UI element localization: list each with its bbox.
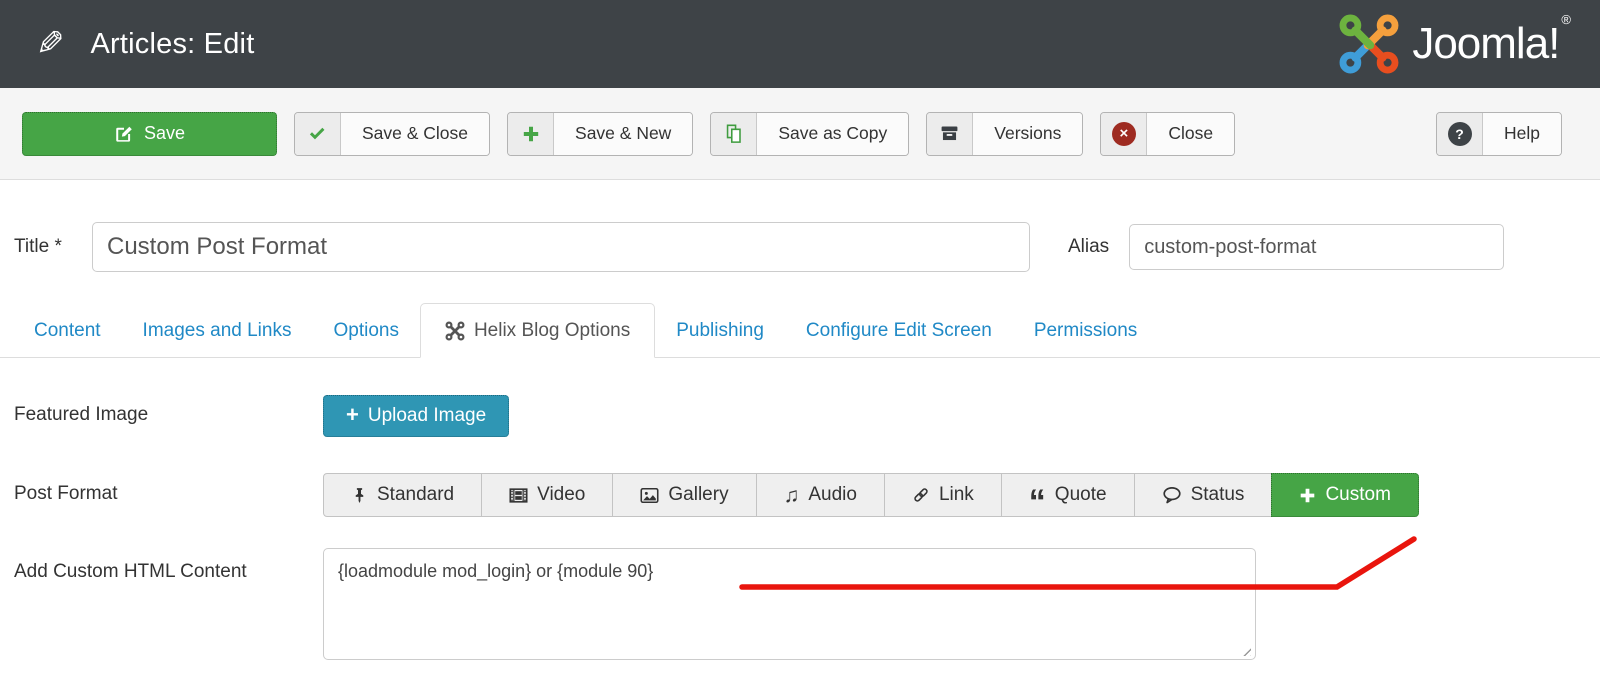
format-standard-button[interactable]: Standard	[323, 473, 482, 517]
save-and-close-button[interactable]: Save & Close	[294, 112, 490, 156]
plus-icon	[508, 113, 554, 155]
pin-icon	[351, 487, 368, 504]
help-question-glyph: ?	[1448, 122, 1472, 146]
page-title: Articles: Edit	[91, 28, 255, 61]
speech-bubble-icon	[1162, 485, 1182, 505]
tab-permissions[interactable]: Permissions	[1013, 304, 1158, 357]
versions-button[interactable]: Versions	[926, 112, 1083, 156]
custom-html-label: Add Custom HTML Content	[14, 548, 323, 583]
close-x-glyph: ×	[1112, 122, 1136, 146]
help-label: Help	[1483, 113, 1561, 155]
custom-html-row: Add Custom HTML Content {loadmodule mod_…	[14, 548, 1600, 665]
format-gallery-button[interactable]: Gallery	[612, 473, 756, 517]
featured-image-label: Featured Image	[14, 395, 323, 426]
format-link-button[interactable]: Link	[884, 473, 1002, 517]
format-video-button[interactable]: Video	[481, 473, 613, 517]
title-alias-row: Title * Alias	[14, 222, 1600, 272]
picture-icon	[640, 486, 659, 505]
toolbar: Save Save & Close Save & New Save as Cop…	[0, 88, 1600, 180]
help-button[interactable]: ? Help	[1436, 112, 1562, 156]
featured-image-row: Featured Image + Upload Image	[14, 395, 1600, 437]
format-gallery-label: Gallery	[668, 484, 728, 506]
save-and-close-label: Save & Close	[341, 113, 489, 155]
save-button[interactable]: Save	[22, 112, 277, 156]
film-icon	[509, 486, 528, 505]
format-quote-label: Quote	[1055, 484, 1107, 506]
tab-options[interactable]: Options	[312, 304, 419, 357]
upload-image-button[interactable]: + Upload Image	[323, 395, 509, 437]
check-icon	[295, 113, 341, 155]
joomla-logo-text: Joomla!®	[1412, 19, 1570, 69]
alias-input[interactable]	[1129, 224, 1504, 270]
custom-html-wrap: {loadmodule mod_login} or {module 90}	[323, 548, 1256, 665]
music-note-icon: ♫	[784, 485, 800, 506]
format-audio-button[interactable]: ♫ Audio	[756, 473, 885, 517]
format-standard-label: Standard	[377, 484, 454, 506]
tab-images-and-links[interactable]: Images and Links	[122, 304, 313, 357]
save-and-new-button[interactable]: Save & New	[507, 112, 693, 156]
post-format-row: Post Format Standard Video	[14, 473, 1600, 517]
title-input[interactable]	[92, 222, 1030, 272]
custom-plus-icon	[1299, 487, 1316, 504]
post-format-label: Post Format	[14, 473, 323, 505]
close-icon: ×	[1101, 113, 1147, 155]
joomla-logo-icon	[1338, 13, 1400, 75]
format-quote-button[interactable]: “ Quote	[1001, 473, 1135, 517]
format-video-label: Video	[537, 484, 585, 506]
chain-link-icon	[912, 486, 930, 504]
pencil-icon: ✎	[36, 27, 65, 61]
format-status-label: Status	[1191, 484, 1245, 506]
upload-image-label: Upload Image	[368, 405, 486, 427]
archive-icon	[927, 113, 973, 155]
versions-label: Versions	[973, 113, 1082, 155]
joomla-logo: Joomla!®	[1338, 13, 1570, 75]
upload-plus-icon: +	[346, 404, 359, 426]
app-header: ✎ Articles: Edit Joomla!®	[0, 0, 1600, 88]
close-label: Close	[1147, 113, 1234, 155]
custom-html-textarea[interactable]: {loadmodule mod_login} or {module 90}	[323, 548, 1256, 660]
tab-content[interactable]: Content	[13, 304, 122, 357]
format-audio-label: Audio	[808, 484, 857, 506]
save-as-copy-button[interactable]: Save as Copy	[710, 112, 909, 156]
save-and-new-label: Save & New	[554, 113, 692, 155]
help-icon: ?	[1437, 113, 1483, 155]
edit-square-icon	[114, 124, 134, 144]
tab-bar: Content Images and Links Options Helix B…	[0, 303, 1600, 358]
title-label: Title *	[14, 236, 92, 258]
format-custom-label: Custom	[1325, 484, 1390, 506]
copy-pages-icon	[711, 113, 757, 155]
post-format-group: Standard Video Galle	[323, 473, 1419, 517]
tab-configure-edit-screen[interactable]: Configure Edit Screen	[785, 304, 1013, 357]
tab-publishing[interactable]: Publishing	[655, 304, 785, 357]
save-as-copy-label: Save as Copy	[757, 113, 908, 155]
close-button[interactable]: × Close	[1100, 112, 1235, 156]
format-custom-button[interactable]: Custom	[1271, 473, 1418, 517]
format-link-label: Link	[939, 484, 974, 506]
registered-mark: ®	[1561, 12, 1570, 27]
format-status-button[interactable]: Status	[1134, 473, 1273, 517]
helix-joomla-glyph-icon	[445, 321, 465, 341]
save-button-label: Save	[144, 123, 185, 144]
tab-helix-label: Helix Blog Options	[474, 304, 630, 357]
alias-label: Alias	[1068, 236, 1109, 258]
tab-helix-blog-options[interactable]: Helix Blog Options	[420, 303, 655, 358]
